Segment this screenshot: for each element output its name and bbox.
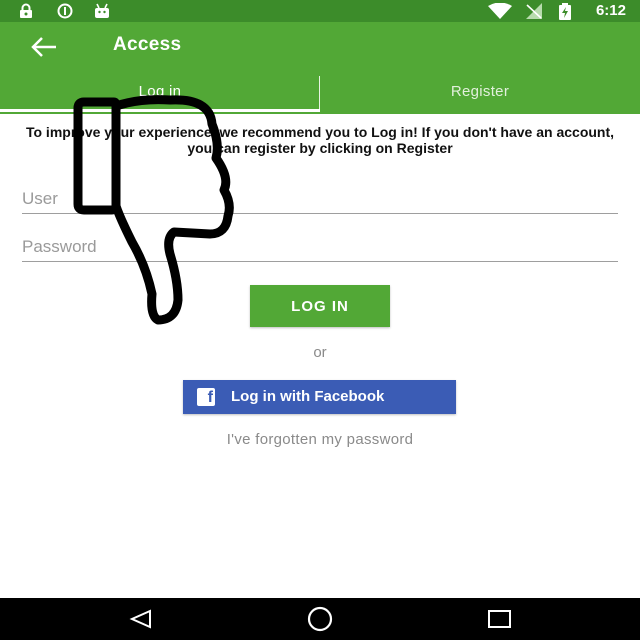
tab-indicator (0, 109, 320, 112)
status-bar: 6:12 (0, 0, 640, 22)
home-circle-icon[interactable] (305, 606, 335, 632)
back-triangle-icon[interactable] (128, 609, 154, 629)
wifi-icon (488, 3, 512, 19)
password-field[interactable] (22, 233, 618, 262)
navigation-bar (0, 598, 640, 640)
android-icon (95, 3, 109, 18)
forgot-password-link[interactable]: I've forgotten my password (0, 431, 640, 448)
page-title: Access (113, 34, 182, 55)
facebook-icon: f (197, 388, 215, 406)
recents-square-icon[interactable] (487, 608, 513, 630)
facebook-login-button[interactable]: f Log in with Facebook (183, 380, 456, 414)
facebook-button-label: Log in with Facebook (231, 388, 385, 405)
log-in-button[interactable]: LOG IN (250, 285, 390, 327)
tab-register[interactable]: Register (320, 72, 640, 114)
arrow-left-icon[interactable] (28, 34, 60, 60)
status-time: 6:12 (595, 2, 626, 19)
tab-bar: Log in Register (0, 72, 640, 114)
lock-icon (20, 3, 32, 18)
sync-icon (57, 3, 73, 19)
signal-icon (526, 3, 542, 19)
or-separator: or (313, 344, 327, 361)
battery-charging-icon (559, 3, 571, 20)
app-bar: Access (0, 22, 640, 72)
intro-text: To improve your experience, we recommend… (25, 124, 615, 156)
username-field[interactable] (22, 185, 618, 214)
tab-log-in[interactable]: Log in (0, 72, 320, 114)
